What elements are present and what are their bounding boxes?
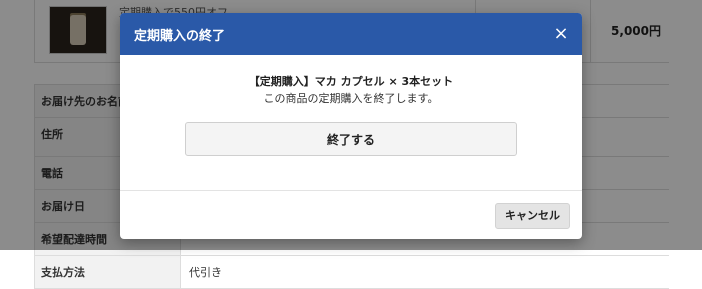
- row-value: 代引き: [189, 266, 222, 279]
- table-row: 支払方法 代引き: [35, 256, 669, 289]
- cancel-button[interactable]: キャンセル: [495, 203, 570, 229]
- subscription-product-name: 【定期購入】マカ カプセル × 3本セット: [248, 75, 454, 88]
- modal-header: 定期購入の終了 ×: [120, 13, 582, 55]
- modal-body: 【定期購入】マカ カプセル × 3本セット この商品の定期購入を終了します。 終…: [120, 55, 582, 191]
- confirmation-message: この商品の定期購入を終了します。: [263, 92, 439, 105]
- row-label: 支払方法: [35, 256, 181, 288]
- modal-title: 定期購入の終了: [134, 29, 226, 44]
- close-icon[interactable]: ×: [550, 23, 572, 45]
- end-subscription-modal: 定期購入の終了 × 【定期購入】マカ カプセル × 3本セット この商品の定期購…: [120, 13, 582, 239]
- end-subscription-button[interactable]: 終了する: [185, 122, 517, 156]
- modal-footer: キャンセル: [120, 191, 582, 239]
